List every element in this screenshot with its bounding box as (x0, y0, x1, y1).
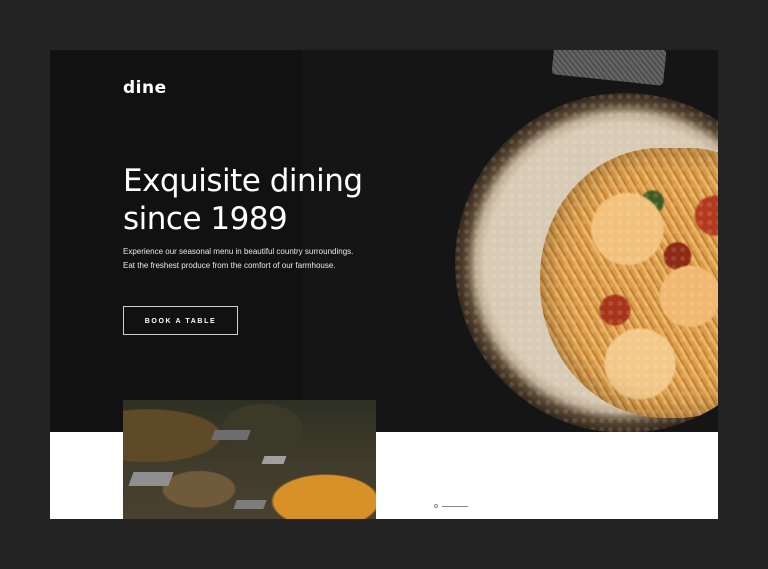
hero-section: dine Exquisite dining since 1989 Experie… (50, 50, 718, 432)
roof-shape (211, 430, 251, 440)
slider-dot[interactable] (434, 504, 438, 508)
landing-page: dine Exquisite dining since 1989 Experie… (50, 50, 718, 519)
slider-indicator[interactable] (434, 504, 468, 508)
roof-shape (233, 500, 267, 509)
roof-shape (261, 456, 287, 464)
logo[interactable]: dine (123, 78, 167, 98)
hero-headline-line-1: Exquisite dining (123, 163, 363, 199)
hero-headline: Exquisite dining since 1989 (123, 162, 383, 238)
slider-line (442, 505, 468, 507)
roof-shape (128, 472, 174, 486)
hero-headline-line-2: since 1989 (123, 201, 288, 237)
farmhouse-image (123, 400, 376, 519)
hero-left-panel (50, 50, 302, 432)
pasta-shrimp-image (540, 148, 718, 418)
dish-image (455, 93, 718, 432)
napkin-image (551, 50, 667, 86)
hero-intro-text: Experience our seasonal menu in beautifu… (123, 247, 354, 270)
book-a-table-button[interactable]: BOOK A TABLE (123, 306, 238, 335)
